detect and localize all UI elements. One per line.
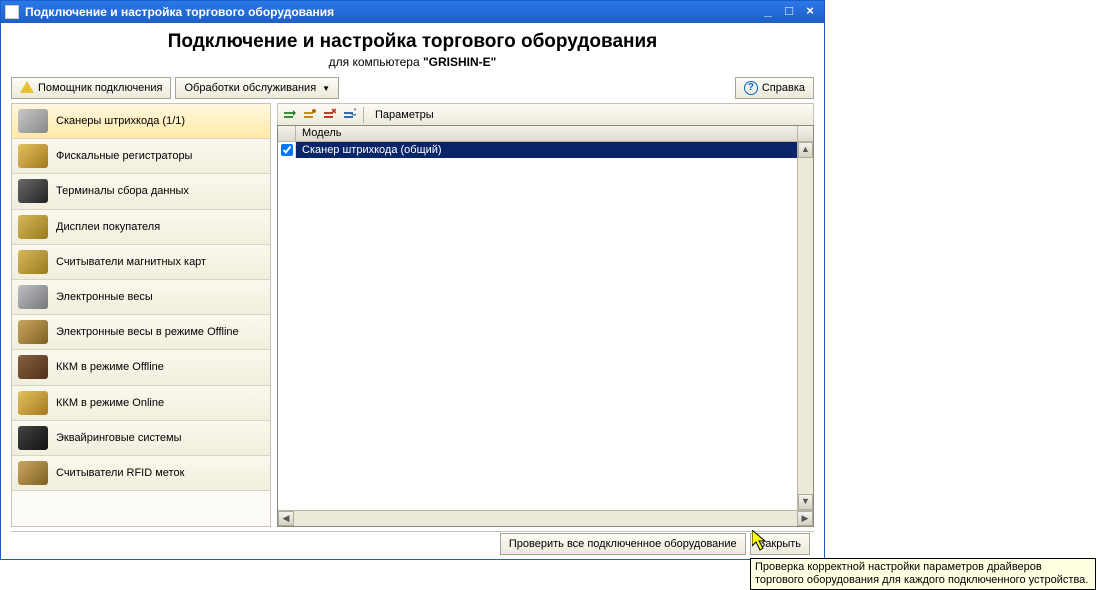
maximize-button[interactable]: □: [779, 4, 799, 20]
edit-row-icon[interactable]: [300, 106, 318, 124]
close-window-button[interactable]: ×: [800, 4, 820, 20]
check-all-button-label: Проверить все подключенное оборудование: [509, 538, 737, 550]
footer: Проверить все подключенное оборудование …: [11, 531, 814, 555]
tooltip: Проверка корректной настройки параметров…: [750, 558, 1096, 590]
scroll-left-icon[interactable]: ◀: [278, 511, 294, 526]
kkm-offline-icon: [18, 355, 48, 379]
customer-display-icon: [18, 215, 48, 239]
minimize-button[interactable]: _: [758, 4, 778, 20]
document-icon: [5, 5, 19, 19]
help-icon: ?: [744, 81, 758, 95]
grid-header-model[interactable]: Модель: [296, 126, 797, 141]
category-label: Дисплеи покупателя: [56, 221, 160, 233]
category-list: Сканеры штрихкода (1/1) Фискальные регис…: [11, 103, 271, 527]
processing-dropdown[interactable]: Обработки обслуживания ▼: [175, 77, 339, 99]
processing-dropdown-label: Обработки обслуживания: [184, 82, 316, 94]
page-subtitle: для компьютера "GRISHIN-E": [11, 55, 814, 69]
acquiring-icon: [18, 426, 48, 450]
wizard-hat-icon: [20, 81, 34, 95]
category-label: Фискальные регистраторы: [56, 150, 192, 162]
add-row-icon[interactable]: [280, 106, 298, 124]
scale-offline-icon: [18, 320, 48, 344]
right-pane: Параметры Модель: [277, 103, 814, 527]
category-barcode-scanners[interactable]: Сканеры штрихкода (1/1): [12, 104, 270, 139]
device-grid: Модель Сканер штрихкода (общий): [277, 125, 814, 527]
check-all-button[interactable]: Проверить все подключенное оборудование: [500, 533, 746, 555]
category-rfid-readers[interactable]: Считыватели RFID меток: [12, 456, 270, 491]
assistant-button-label: Помощник подключения: [38, 82, 162, 94]
scroll-up-icon[interactable]: ▲: [798, 142, 813, 158]
workarea: Сканеры штрихкода (1/1) Фискальные регис…: [11, 103, 814, 527]
category-magnetic-card-readers[interactable]: Считыватели магнитных карт: [12, 245, 270, 280]
row-model-cell: Сканер штрихкода (общий): [296, 144, 797, 156]
category-label: Эквайринговые системы: [56, 432, 182, 444]
horizontal-scrollbar[interactable]: ◀ ▶: [278, 510, 813, 526]
category-customer-displays[interactable]: Дисплеи покупателя: [12, 210, 270, 245]
category-acquiring[interactable]: Эквайринговые системы: [12, 421, 270, 456]
category-label: Считыватели RFID меток: [56, 467, 184, 479]
row-checkbox[interactable]: [281, 144, 293, 156]
close-button[interactable]: Закрыть: [750, 533, 810, 555]
category-label: Считыватели магнитных карт: [56, 256, 206, 268]
electronic-scale-icon: [18, 285, 48, 309]
scroll-down-icon[interactable]: ▼: [798, 494, 813, 510]
category-electronic-scales[interactable]: Электронные весы: [12, 280, 270, 315]
app-window: Подключение и настройка торгового оборуд…: [0, 0, 825, 560]
category-label: Электронные весы: [56, 291, 153, 303]
delete-row-icon[interactable]: [320, 106, 338, 124]
page-title: Подключение и настройка торгового оборуд…: [11, 31, 814, 53]
category-kkm-offline[interactable]: ККМ в режиме Offline: [12, 350, 270, 385]
category-label: ККМ в режиме Online: [56, 397, 164, 409]
magnetic-card-reader-icon: [18, 250, 48, 274]
category-fiscal-registers[interactable]: Фискальные регистраторы: [12, 139, 270, 174]
chevron-down-icon: ▼: [322, 84, 330, 93]
grid-row[interactable]: Сканер штрихкода (общий): [278, 142, 797, 158]
help-button[interactable]: ? Справка: [735, 77, 814, 99]
category-label: Терминалы сбора данных: [56, 185, 189, 197]
category-label: Электронные весы в режиме Offline: [56, 326, 239, 338]
rfid-reader-icon: [18, 461, 48, 485]
titlebar[interactable]: Подключение и настройка торгового оборуд…: [1, 1, 824, 23]
category-data-terminals[interactable]: Терминалы сбора данных: [12, 174, 270, 209]
barcode-scanner-icon: [18, 109, 48, 133]
vertical-scrollbar[interactable]: ▲ ▼: [797, 142, 813, 510]
grid-rows: Сканер штрихкода (общий): [278, 142, 797, 510]
category-label: Сканеры штрихкода (1/1): [56, 115, 185, 127]
category-label: ККМ в режиме Offline: [56, 361, 164, 373]
window-title: Подключение и настройка торгового оборуд…: [25, 5, 334, 19]
computer-name: "GRISHIN-E": [423, 55, 496, 69]
refresh-row-icon[interactable]: [340, 106, 358, 124]
help-button-label: Справка: [762, 82, 805, 94]
grid-header: Модель: [278, 126, 813, 142]
grid-toolbar: Параметры: [277, 103, 814, 125]
row-check-cell[interactable]: [278, 142, 296, 158]
client-area: Подключение и настройка торгового оборуд…: [1, 23, 824, 559]
scroll-right-icon[interactable]: ▶: [797, 511, 813, 526]
assistant-button[interactable]: Помощник подключения: [11, 77, 171, 99]
grid-header-check-column[interactable]: [278, 126, 296, 141]
data-terminal-icon: [18, 179, 48, 203]
toolbar-separator: [363, 107, 364, 123]
grid-header-scroll-gap: [797, 126, 813, 141]
subtitle-prefix: для компьютера: [329, 55, 423, 69]
main-toolbar: Помощник подключения Обработки обслужива…: [11, 77, 814, 99]
kkm-online-icon: [18, 391, 48, 415]
grid-body: Сканер штрихкода (общий) ▲ ▼: [278, 142, 813, 510]
category-electronic-scales-offline[interactable]: Электронные весы в режиме Offline: [12, 315, 270, 350]
params-button[interactable]: Параметры: [369, 109, 440, 121]
fiscal-register-icon: [18, 144, 48, 168]
hscroll-track[interactable]: [294, 511, 797, 526]
category-kkm-online[interactable]: ККМ в режиме Online: [12, 386, 270, 421]
close-button-label: Закрыть: [759, 538, 801, 550]
